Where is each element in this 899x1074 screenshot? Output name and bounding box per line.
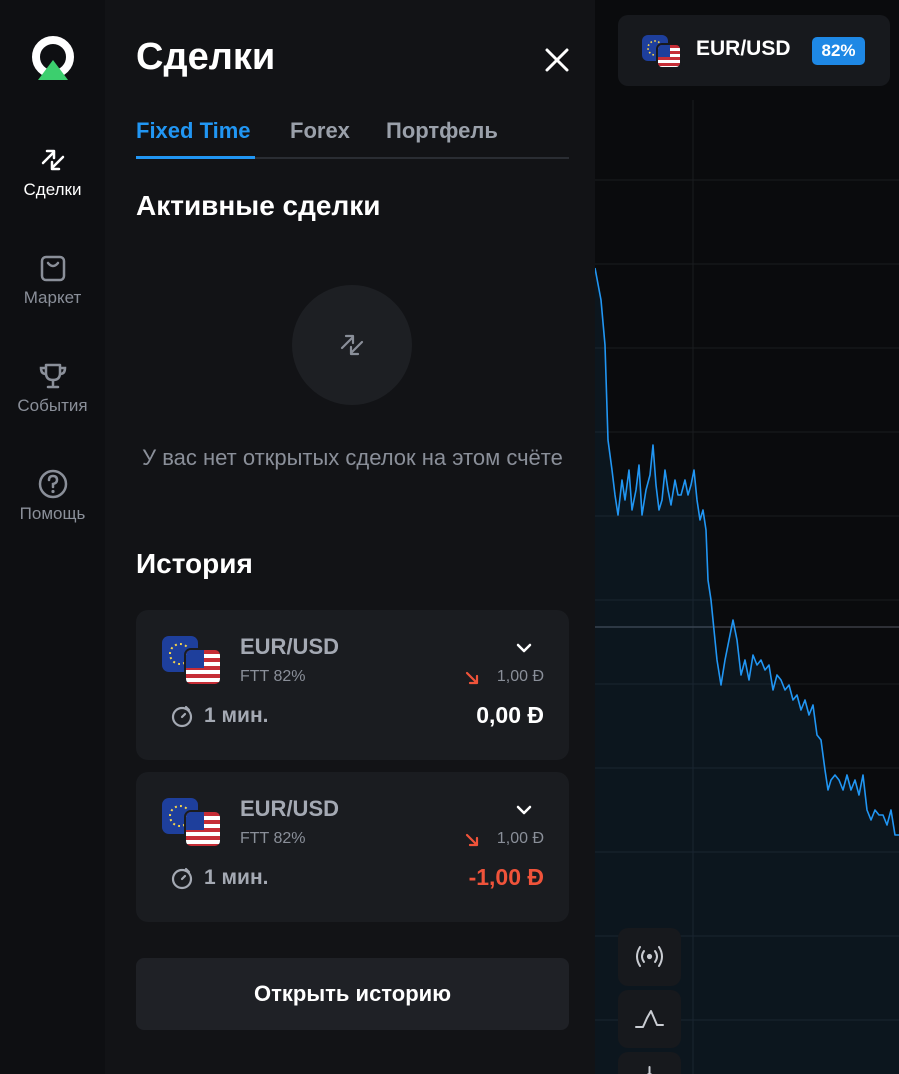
arrows-exchange-icon bbox=[340, 334, 364, 356]
history-card[interactable]: EUR/USD FTT 82% 1,00 Đ 1 мин. 0,00 Đ bbox=[136, 610, 569, 760]
card-result: 0,00 Đ bbox=[476, 702, 544, 728]
chart-canvas bbox=[595, 100, 899, 1074]
card-type: FTT 82% bbox=[240, 830, 306, 847]
trades-panel: Сделки Fixed Time Forex Портфель Активны… bbox=[105, 0, 595, 1074]
tab-fixed-time[interactable]: Fixed Time bbox=[136, 118, 251, 144]
active-trades-title: Активные сделки bbox=[136, 190, 381, 221]
nav-item-events[interactable]: События bbox=[0, 360, 105, 416]
chevron-down-icon[interactable] bbox=[514, 800, 534, 820]
timer-icon bbox=[171, 867, 193, 890]
asset-selector[interactable]: EUR/USD 82% bbox=[618, 15, 890, 86]
card-type: FTT 82% bbox=[240, 668, 306, 685]
nav-item-help[interactable]: Помощь bbox=[0, 468, 105, 524]
shopping-bag-icon bbox=[40, 255, 65, 282]
logo-icon[interactable] bbox=[30, 36, 76, 82]
card-pair: EUR/USD bbox=[240, 634, 340, 659]
arrows-exchange-icon bbox=[41, 149, 64, 171]
tab-forex[interactable]: Forex bbox=[290, 118, 350, 144]
open-history-button[interactable]: Открыть историю bbox=[136, 958, 569, 1030]
card-duration: 1 мин. bbox=[204, 704, 269, 727]
card-pair: EUR/USD bbox=[240, 796, 340, 821]
close-icon[interactable] bbox=[541, 44, 573, 76]
us-flag-icon bbox=[184, 810, 222, 848]
card-amount: 1,00 Đ bbox=[496, 668, 544, 685]
tab-portfolio[interactable]: Портфель bbox=[386, 118, 498, 144]
help-circle-icon bbox=[38, 469, 67, 499]
indicator-icon bbox=[646, 1066, 653, 1074]
nav-item-trades[interactable]: Сделки bbox=[0, 144, 105, 200]
nav-label-market: Маркет bbox=[23, 288, 82, 307]
history-card[interactable]: EUR/USD FTT 82% 1,00 Đ 1 мин. -1,00 Đ bbox=[136, 772, 569, 922]
payout-badge: 82% bbox=[812, 37, 865, 65]
card-amount: 1,00 Đ bbox=[496, 830, 544, 847]
card-duration: 1 мин. bbox=[204, 866, 269, 889]
tab-underline bbox=[136, 156, 255, 159]
timer-icon bbox=[171, 705, 193, 728]
live-signal-icon bbox=[636, 946, 663, 967]
trade-tabs: Fixed Time Forex Портфель bbox=[136, 114, 569, 159]
arrow-down-right-icon bbox=[465, 833, 479, 847]
chart-type-button[interactable] bbox=[618, 990, 681, 1048]
price-chart[interactable]: EUR/USD 82% bbox=[595, 0, 899, 1074]
chevron-down-icon[interactable] bbox=[514, 638, 534, 658]
arrow-down-right-icon bbox=[465, 671, 479, 685]
line-chart-icon bbox=[635, 1010, 664, 1028]
empty-state-badge bbox=[292, 285, 412, 405]
panel-title: Сделки bbox=[136, 36, 276, 78]
trophy-icon bbox=[39, 363, 66, 389]
live-signal-button[interactable] bbox=[618, 928, 681, 986]
nav-label-help: Помощь bbox=[19, 504, 86, 523]
empty-state-text: У вас нет открытых сделок на этом счёте bbox=[142, 445, 563, 470]
card-result: -1,00 Đ bbox=[468, 864, 544, 890]
us-flag-icon bbox=[184, 648, 222, 686]
nav-label-events: События bbox=[17, 396, 88, 415]
nav-item-market[interactable]: Маркет bbox=[0, 252, 105, 308]
nav-label-trades: Сделки bbox=[23, 180, 82, 199]
indicators-button[interactable] bbox=[618, 1052, 681, 1074]
asset-pair-label: EUR/USD bbox=[696, 37, 791, 60]
nav-rail: Сделки Маркет События Помощь bbox=[0, 0, 105, 1074]
us-flag-icon bbox=[656, 43, 682, 69]
history-title: История bbox=[136, 548, 253, 579]
